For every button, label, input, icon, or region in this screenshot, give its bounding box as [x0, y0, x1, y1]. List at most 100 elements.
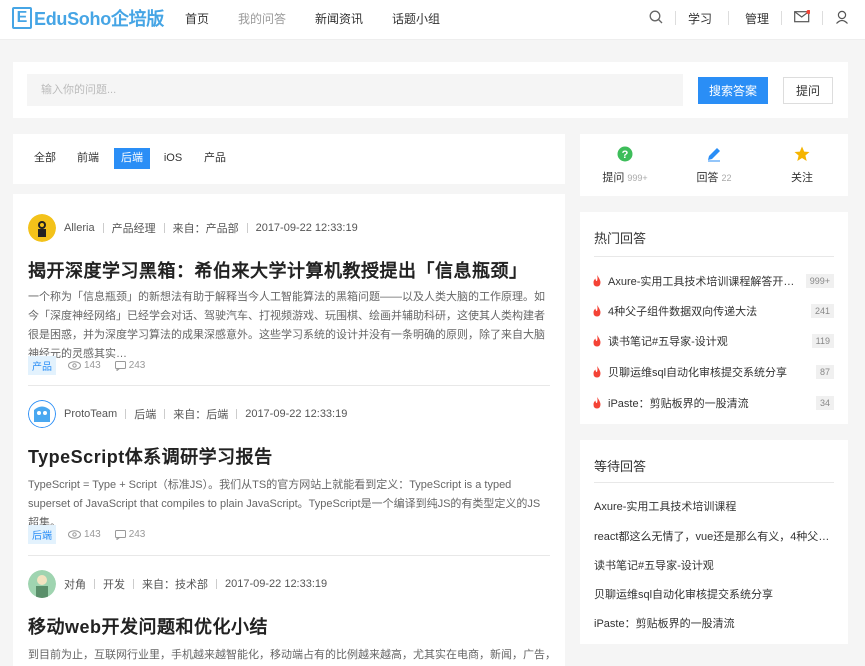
- avatar: [28, 400, 56, 428]
- nav-item-home[interactable]: 首页: [185, 10, 209, 27]
- article-excerpt: 一个称为「信息瓶颈」的新想法有助于解释当今人工智能算法的黑箱问题——以及人类大脑…: [28, 291, 545, 360]
- waiting-answers-panel: 等待回答 Axure-实用工具技术培训课程 react都这么无情了，vue还是那…: [580, 440, 848, 644]
- hot-answer-item[interactable]: 贝聊运维sql自动化审核提交系统分享 87: [592, 364, 834, 380]
- fire-icon: [593, 275, 601, 287]
- article-meta: Alleria 产品经理 来自：产品部 2017-09-22 12:33:19: [28, 214, 358, 242]
- article-excerpt: 到目前为止，互联网行业里，手机越来越智能化，移动端占有的比例越来越高，尤其实在电…: [28, 649, 550, 661]
- eye-icon: [68, 361, 81, 370]
- meta-divider: [94, 579, 95, 589]
- ask-question-button[interactable]: 提问: [783, 77, 833, 104]
- views-value: 143: [84, 529, 101, 540]
- hot-answer-item[interactable]: Axure-实用工具技术培训课程解答开课… 999+: [592, 273, 834, 289]
- waiting-item[interactable]: 贝聊运维sql自动化审核提交系统分享: [594, 586, 834, 602]
- stat-label: 关注: [791, 172, 813, 184]
- hot-answer-item[interactable]: iPaste：剪贴板界的一股清流 34: [592, 395, 834, 411]
- study-link[interactable]: 学习: [688, 10, 712, 27]
- meta-divider: [125, 409, 127, 419]
- article-divider: [28, 385, 550, 386]
- author-role: 后端: [134, 409, 157, 421]
- tab-frontend[interactable]: 前端: [73, 148, 103, 169]
- author-name[interactable]: ProtoTeam: [64, 408, 117, 420]
- waiting-item[interactable]: iPaste：剪贴板界的一股清流: [594, 615, 834, 631]
- stat-label: 回答: [696, 172, 719, 184]
- stat-follow[interactable]: 关注: [786, 146, 818, 185]
- waiting-item[interactable]: Axure-实用工具技术培训课程: [594, 498, 834, 514]
- header-actions: 学习 管理: [649, 0, 865, 36]
- meta-divider: [102, 223, 104, 233]
- svg-text:?: ?: [622, 149, 629, 161]
- tab-ios[interactable]: iOS: [160, 148, 186, 169]
- article-card[interactable]: ProtoTeam 后端 来自：后端 2017-09-22 12:33:19 T…: [28, 400, 550, 560]
- article-time: 2017-09-22 12:33:19: [225, 578, 328, 590]
- user-stats-panel: ? 提问 999+ 回答 22 关注: [580, 134, 848, 196]
- article-card[interactable]: Alleria 产品经理 来自：产品部 2017-09-22 12:33:19 …: [28, 212, 550, 392]
- star-icon: [794, 146, 810, 161]
- article-meta: 对角 开发 来自：技术部 2017-09-22 12:33:19: [28, 570, 327, 598]
- hot-answer-title: 贝聊运维sql自动化审核提交系统分享: [608, 367, 788, 379]
- author-name[interactable]: Alleria: [64, 222, 95, 234]
- tab-backend[interactable]: 后端: [114, 148, 150, 169]
- mail-icon[interactable]: [794, 9, 811, 26]
- tab-all[interactable]: 全部: [31, 148, 59, 169]
- article-card[interactable]: 对角 开发 来自：技术部 2017-09-22 12:33:19 移动web开发…: [28, 570, 550, 666]
- stat-label: 提问: [602, 172, 625, 184]
- search-answer-button[interactable]: 搜索答案: [698, 77, 768, 104]
- stat-count: 22: [721, 173, 732, 183]
- panel-title: 热门回答: [594, 231, 647, 246]
- brand-logo[interactable]: E EduSoho企培版: [12, 6, 164, 30]
- article-title[interactable]: 揭开深度学习黑箱：希伯来大学计算机教授提出「信息瓶颈」: [28, 257, 528, 283]
- nav-item-groups[interactable]: 话题小组: [392, 10, 440, 27]
- article-title[interactable]: TypeScript体系调研学习报告: [28, 443, 273, 469]
- fire-icon: [593, 335, 601, 347]
- question-icon: ?: [617, 146, 633, 162]
- author-name[interactable]: 对角: [64, 576, 86, 592]
- category-tag[interactable]: 产品: [28, 356, 56, 375]
- meta-divider: [133, 579, 134, 589]
- article-divider: [28, 555, 550, 556]
- article-title[interactable]: 移动web开发问题和优化小结: [28, 613, 268, 639]
- article-footer: 后端 143 243: [28, 525, 159, 544]
- hot-answer-title: 读书笔记#五导家-设计观: [608, 336, 728, 348]
- article-meta: ProtoTeam 后端 来自：后端 2017-09-22 12:33:19: [28, 400, 347, 428]
- comment-icon: [114, 529, 126, 540]
- search-icon[interactable]: [649, 10, 663, 27]
- author-role: 产品经理: [111, 223, 156, 235]
- avatar: [28, 570, 56, 598]
- article-source: 来自：产品部: [172, 223, 239, 235]
- article-time: 2017-09-22 12:33:19: [255, 222, 358, 234]
- article-time: 2017-09-22 12:33:19: [245, 408, 348, 420]
- waiting-item[interactable]: react都这么无情了，vue还是那么有义，4种父子组…: [594, 528, 834, 544]
- fire-icon: [593, 305, 601, 317]
- tab-product[interactable]: 产品: [200, 148, 230, 169]
- hot-answers-panel: 热门回答 Axure-实用工具技术培训课程解答开课… 999+ 4种父子组件数据…: [580, 212, 848, 424]
- hot-answer-count: 34: [815, 396, 834, 410]
- hot-answer-count: 999+: [805, 274, 834, 288]
- hot-answer-title: iPaste：剪贴板界的一股清流: [608, 398, 749, 410]
- nav-item-news[interactable]: 新闻资讯: [315, 10, 363, 27]
- waiting-item[interactable]: 读书笔记#五导家-设计观: [594, 557, 834, 573]
- eye-icon: [68, 530, 81, 539]
- pencil-icon: [708, 148, 720, 162]
- search-bar: 搜索答案 提问: [13, 62, 848, 118]
- article-feed: 全部 前端 后端 iOS 产品 Alleria 产品经理 来自：产品部 2017…: [13, 134, 565, 666]
- views-value: 143: [84, 360, 101, 371]
- hot-answer-item[interactable]: 4种父子组件数据双向传递大法 241: [592, 303, 834, 319]
- view-count: 143: [68, 360, 101, 371]
- nav-item-my-qa[interactable]: 我的问答: [238, 10, 286, 27]
- comment-icon: [114, 360, 126, 371]
- main-nav: 首页 我的问答 新闻资讯 话题小组: [185, 0, 469, 36]
- header-divider: [674, 11, 676, 25]
- hot-answer-item[interactable]: 读书笔记#五导家-设计观 119: [592, 333, 834, 349]
- meta-divider: [164, 409, 166, 419]
- meta-divider: [236, 409, 238, 419]
- article-source: 来自：后端: [173, 409, 229, 421]
- comment-count: 243: [114, 529, 146, 540]
- question-search-input[interactable]: [27, 74, 683, 106]
- stat-answers[interactable]: 回答 22: [692, 146, 736, 185]
- manage-link[interactable]: 管理: [745, 10, 769, 27]
- comments-value: 243: [128, 360, 146, 371]
- category-tag[interactable]: 后端: [28, 525, 56, 544]
- comments-value: 243: [128, 529, 146, 540]
- stat-questions[interactable]: ? 提问 999+: [600, 146, 650, 185]
- user-icon[interactable]: [835, 10, 849, 27]
